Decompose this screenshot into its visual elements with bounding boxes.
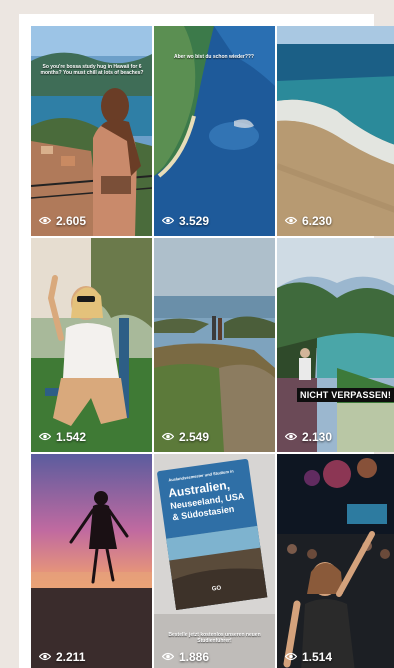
post-thumbnail [31,26,152,236]
eye-icon [161,214,175,228]
view-count-value: 2.605 [56,214,87,228]
post-thumbnail [31,454,152,668]
post-thumbnail [154,238,275,452]
post-caption: So you're bossa study hug in Hawaii for … [40,64,144,77]
view-count-value: 2.130 [302,430,333,444]
view-count-value: 1.542 [56,430,87,444]
eye-icon [38,214,52,228]
post-thumbnail [277,454,394,668]
view-count: 1.542 [38,430,87,444]
view-count-value: 6.230 [302,214,333,228]
eye-icon [38,430,52,444]
view-count-value: 3.529 [179,214,210,228]
eye-icon [284,214,298,228]
post-tile-2[interactable]: Aber wo bist du schon wieder??? 3.529 [154,26,275,236]
view-count: 2.605 [38,214,87,228]
book-footer: GO [211,585,222,593]
post-tile-3[interactable]: 6.230 [277,26,394,236]
view-count-value: 2.211 [56,650,86,664]
view-count: 2.130 [284,430,333,444]
post-tile-4[interactable]: 1.542 [31,238,152,452]
view-count: 2.211 [38,650,86,664]
post-caption: Bestelle jetzt kostenlos unseren neuen S… [168,632,261,645]
eye-icon [161,430,175,444]
promo-badge: NICHT VERPASSEN! [297,388,394,402]
eye-icon [284,430,298,444]
post-caption: Aber wo bist du schon wieder??? [173,54,254,60]
post-tile-7[interactable]: 2.211 [31,454,152,668]
view-count-value: 1.886 [179,650,210,664]
view-count: 2.549 [161,430,210,444]
post-thumbnail [277,26,394,236]
post-tile-5[interactable]: 2.549 [154,238,275,452]
view-count: 1.514 [284,650,333,664]
post-thumbnail [31,238,152,452]
eye-icon [38,650,52,664]
post-tile-9[interactable]: 1.514 [277,454,394,668]
post-thumbnail [277,238,394,452]
post-tile-8[interactable]: Auslandssemester und Studium in Australi… [154,454,275,668]
eye-icon [284,650,298,664]
view-count: 6.230 [284,214,333,228]
view-count-value: 1.514 [302,650,333,664]
view-count: 3.529 [161,214,210,228]
view-count: 1.886 [161,650,210,664]
eye-icon [161,650,175,664]
post-grid: So you're bossa study hug in Hawaii for … [31,26,394,668]
post-tile-1[interactable]: So you're bossa study hug in Hawaii for … [31,26,152,236]
post-tile-6[interactable]: NICHT VERPASSEN! 2.130 [277,238,394,452]
view-count-value: 2.549 [179,430,210,444]
